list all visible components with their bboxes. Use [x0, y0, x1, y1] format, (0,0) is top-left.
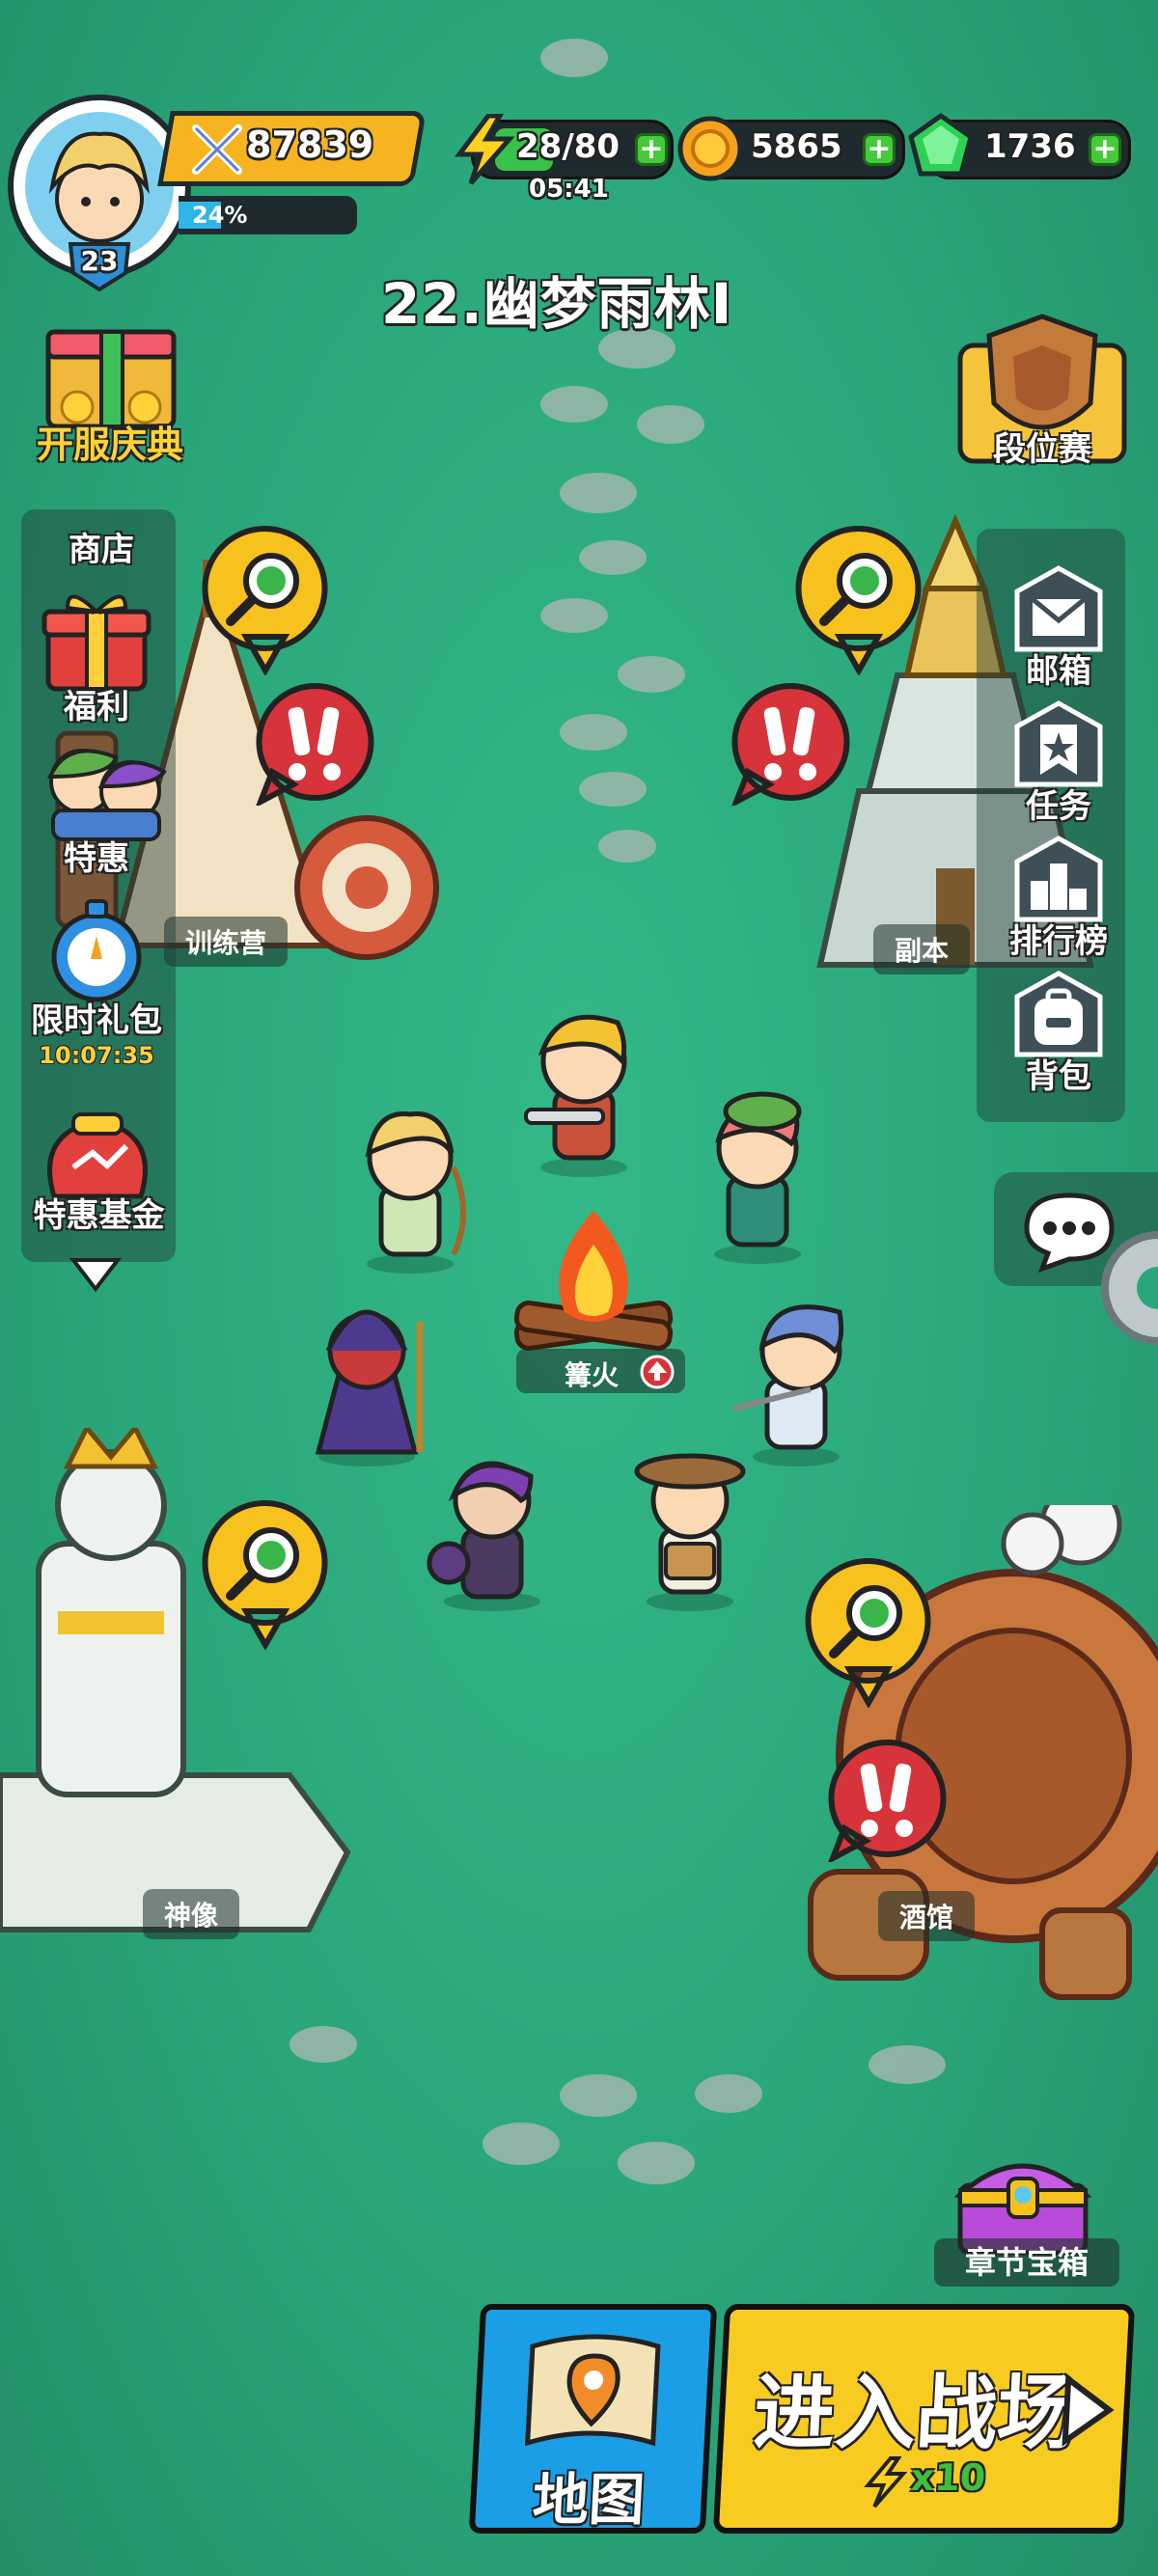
- search-bubble-icon[interactable]: [791, 521, 926, 675]
- map-button[interactable]: 地图: [468, 2304, 718, 2534]
- level-text: 23: [80, 245, 119, 277]
- energy-plus-button[interactable]: +: [635, 133, 668, 166]
- chapter-chest-label: 章节宝箱: [934, 2238, 1119, 2287]
- tasks-label: 任务: [1026, 787, 1091, 826]
- dungeon-label: 副本: [873, 924, 971, 974]
- search-bubble-icon[interactable]: [198, 1495, 333, 1650]
- hero-swordsman[interactable]: [521, 1003, 647, 1177]
- hero-mage-green[interactable]: [695, 1090, 820, 1264]
- level-badge: 23: [66, 239, 133, 292]
- search-bubble-icon[interactable]: [198, 521, 333, 675]
- red-gift-icon: [41, 594, 152, 692]
- limited-pack-label: 限时礼包: [31, 1001, 162, 1040]
- gold-coin-icon: [677, 116, 743, 181]
- lightning-icon: [455, 114, 515, 185]
- exp-bar: 24%: [179, 196, 357, 234]
- hero-dark-knight[interactable]: [425, 1447, 560, 1611]
- alert-icon[interactable]: [253, 680, 378, 806]
- battle-cost: x10: [909, 2456, 987, 2499]
- bonfire-icon: [513, 1211, 674, 1351]
- hero-bard[interactable]: [627, 1438, 753, 1611]
- energy-timer: 05:41: [529, 175, 609, 204]
- battle-label: 进入战场: [751, 2366, 1081, 2460]
- map-scroll-icon: [525, 2334, 661, 2447]
- stopwatch-icon: [51, 899, 142, 1002]
- special-fund-label: 特惠基金: [33, 1196, 165, 1235]
- gold-plus-button[interactable]: +: [863, 133, 896, 166]
- statue-label: 神像: [143, 1889, 240, 1939]
- tavern-label: 酒馆: [878, 1891, 976, 1941]
- battle-button[interactable]: 进入战场 x10: [712, 2304, 1136, 2534]
- gem-plus-button[interactable]: +: [1089, 133, 1121, 166]
- alert-icon[interactable]: [729, 680, 854, 806]
- mail-label: 邮箱: [1026, 652, 1091, 691]
- chevron-down-icon[interactable]: [69, 1256, 122, 1295]
- search-bubble-icon[interactable]: [801, 1553, 936, 1708]
- gem-icon: [908, 112, 974, 177]
- upgrade-arrow-icon: [640, 1355, 675, 1389]
- gold-value: 5865: [751, 127, 842, 166]
- play-arrow-icon: [1062, 2373, 1115, 2447]
- exp-percent: 24%: [192, 202, 248, 229]
- energy-cost-icon: [864, 2456, 908, 2508]
- stage-title: 22.幽梦雨林I: [381, 271, 733, 337]
- rank-match-label: 段位赛: [993, 430, 1091, 469]
- game-scene: 训练营 副本 神像 酒馆 篝火 章节宝箱 23 87839 24% 28/80 …: [0, 0, 1158, 2576]
- special-offer-label: 特惠: [64, 839, 129, 878]
- bonfire-label-box: 篝火: [516, 1349, 685, 1393]
- welfare-label: 福利: [64, 688, 129, 726]
- energy-value: 28/80: [516, 127, 620, 166]
- limited-pack-timer: 10:07:35: [39, 1042, 154, 1069]
- power-value: 87839: [246, 123, 374, 166]
- gem-value: 1736: [984, 127, 1076, 166]
- leaderboard-label: 排行榜: [1009, 922, 1108, 961]
- map-label: 地图: [531, 2467, 647, 2533]
- backpack-label: 背包: [1026, 1057, 1091, 1096]
- hero-elf-archer[interactable]: [347, 1100, 473, 1274]
- heroes-offer-icon: [46, 749, 167, 841]
- shop-label: 商店: [69, 531, 134, 569]
- gear-icon[interactable]: [1095, 1225, 1158, 1351]
- alert-icon[interactable]: [825, 1737, 951, 1862]
- bonfire-label: 篝火: [565, 1359, 620, 1391]
- celebration-label: 开服庆典: [36, 424, 183, 466]
- crossed-swords-icon: [192, 124, 242, 175]
- training-camp-label: 训练营: [164, 917, 289, 967]
- hero-red-wizard[interactable]: [299, 1293, 434, 1466]
